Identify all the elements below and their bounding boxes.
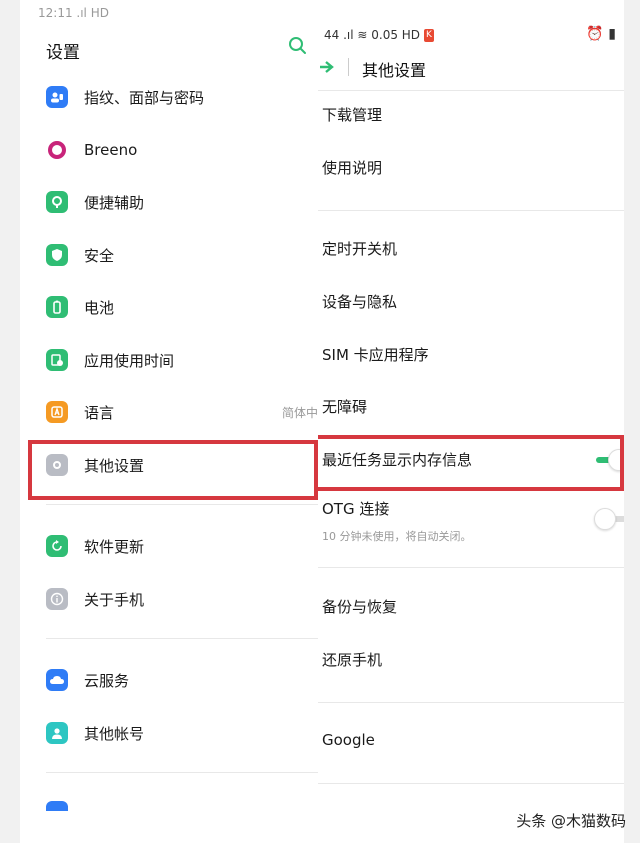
item-label: 定时开关机 (322, 240, 398, 258)
shield-icon (46, 244, 68, 266)
more-settings-icon (46, 454, 68, 476)
other-item-backup[interactable]: 备份与恢复 (318, 596, 624, 644)
other-item-schedule-power[interactable]: 定时开关机 (318, 238, 624, 286)
item-label: 备份与恢复 (322, 598, 398, 616)
info-icon (46, 588, 68, 610)
update-icon (46, 535, 68, 557)
settings-item-software-update[interactable]: 软件更新 (20, 521, 318, 571)
other-item-google[interactable]: Google (318, 731, 624, 779)
other-item-sim-apps[interactable]: SIM 卡应用程序 (318, 344, 624, 392)
settings-item-label: 软件更新 (84, 537, 145, 556)
settings-item-assist[interactable]: 便捷辅助 (20, 177, 318, 227)
fingerprint-icon (46, 86, 68, 108)
memory-info-toggle[interactable] (594, 449, 624, 473)
settings-item-other-settings[interactable]: 其他设置 (20, 440, 318, 490)
back-arrow-icon[interactable] (318, 58, 336, 76)
settings-item-other-accounts[interactable]: 其他帐号 (20, 708, 318, 758)
partial-item-icon (46, 801, 68, 811)
other-item-manual[interactable]: 使用说明 (318, 157, 624, 205)
cloud-icon (46, 669, 68, 691)
settings-item-language[interactable]: 语言 简体中 (20, 387, 318, 437)
search-icon[interactable] (288, 36, 308, 60)
breeno-icon (46, 139, 68, 161)
item-label: 设备与隐私 (322, 293, 398, 311)
item-subtitle: 10 分钟未使用，将自动关闭。 (322, 530, 472, 543)
item-label: OTG 连接 (322, 500, 390, 518)
settings-item-cloud[interactable]: 云服务 (20, 655, 318, 705)
settings-item-label: 指纹、面部与密码 (84, 88, 205, 107)
divider (318, 702, 624, 703)
watermark: 头条 @木猫数码 (516, 812, 626, 830)
divider (46, 638, 318, 639)
item-label: 无障碍 (322, 398, 368, 416)
status-text: 44 .ıl ≋ 0.05 HD (324, 28, 421, 42)
page-title: 设置 (46, 43, 80, 63)
language-value: 简体中 (281, 405, 318, 420)
settings-item-app-usage[interactable]: 应用使用时间 (20, 335, 318, 385)
status-icons: ⏰ ▮ (586, 26, 616, 42)
item-label: 还原手机 (322, 651, 383, 669)
settings-item-label: 电池 (84, 298, 115, 317)
status-bar: 44 .ıl ≋ 0.05 HD K (324, 28, 434, 42)
divider (46, 504, 318, 505)
other-item-device-privacy[interactable]: 设备与隐私 (318, 291, 624, 339)
assist-icon (46, 191, 68, 213)
clock-icon (46, 349, 68, 371)
other-item-otg[interactable]: OTG 连接 10 分钟未使用，将自动关闭。 (318, 498, 624, 546)
item-label: 最近任务显示内存信息 (322, 451, 473, 469)
settings-item-label: 其他设置 (84, 456, 145, 475)
divider (318, 567, 624, 568)
otg-toggle[interactable] (594, 508, 624, 532)
divider (46, 772, 318, 773)
settings-item-label: 关于手机 (84, 590, 145, 609)
settings-item-about-phone[interactable]: 关于手机 (20, 574, 318, 624)
settings-item-battery[interactable]: 电池 (20, 282, 318, 332)
settings-item-label: 语言 (84, 403, 115, 422)
settings-item-breeno[interactable]: Breeno (20, 125, 318, 175)
status-bar: 12:11 .ıl HD (38, 6, 109, 20)
divider (318, 90, 624, 91)
settings-item-label: 云服务 (84, 671, 130, 690)
battery-icon (46, 296, 68, 318)
divider (318, 783, 624, 784)
language-icon (46, 401, 68, 423)
settings-item-label: 应用使用时间 (84, 351, 175, 370)
settings-item-label: 便捷辅助 (84, 193, 145, 212)
other-item-download[interactable]: 下载管理 (318, 104, 624, 152)
settings-item-security[interactable]: 安全 (20, 230, 318, 280)
page-title: 其他设置 (362, 61, 427, 80)
settings-item-security-codes[interactable]: 指纹、面部与密码 (20, 72, 318, 122)
item-label: SIM 卡应用程序 (322, 346, 429, 364)
settings-item-label: 安全 (84, 246, 115, 265)
divider (318, 210, 624, 211)
status-badge: K (424, 28, 434, 42)
other-settings-panel: 44 .ıl ≋ 0.05 HD K ⏰ ▮ 其他设置 下载管理 使用说明 定时… (318, 0, 624, 843)
other-item-reset[interactable]: 还原手机 (318, 649, 624, 697)
other-item-accessibility[interactable]: 无障碍 (318, 396, 624, 444)
item-label: 使用说明 (322, 159, 383, 177)
settings-item-label: 其他帐号 (84, 724, 145, 743)
account-icon (46, 722, 68, 744)
settings-item-label: Breeno (84, 141, 138, 159)
item-label: 下载管理 (322, 106, 383, 124)
other-item-recent-memory[interactable]: 最近任务显示内存信息 (318, 449, 624, 497)
settings-panel: 12:11 .ıl HD 设置 指纹、面部与密码 Breeno 便捷辅助 安全 … (20, 0, 318, 843)
divider (348, 58, 349, 76)
item-label: Google (322, 731, 375, 749)
